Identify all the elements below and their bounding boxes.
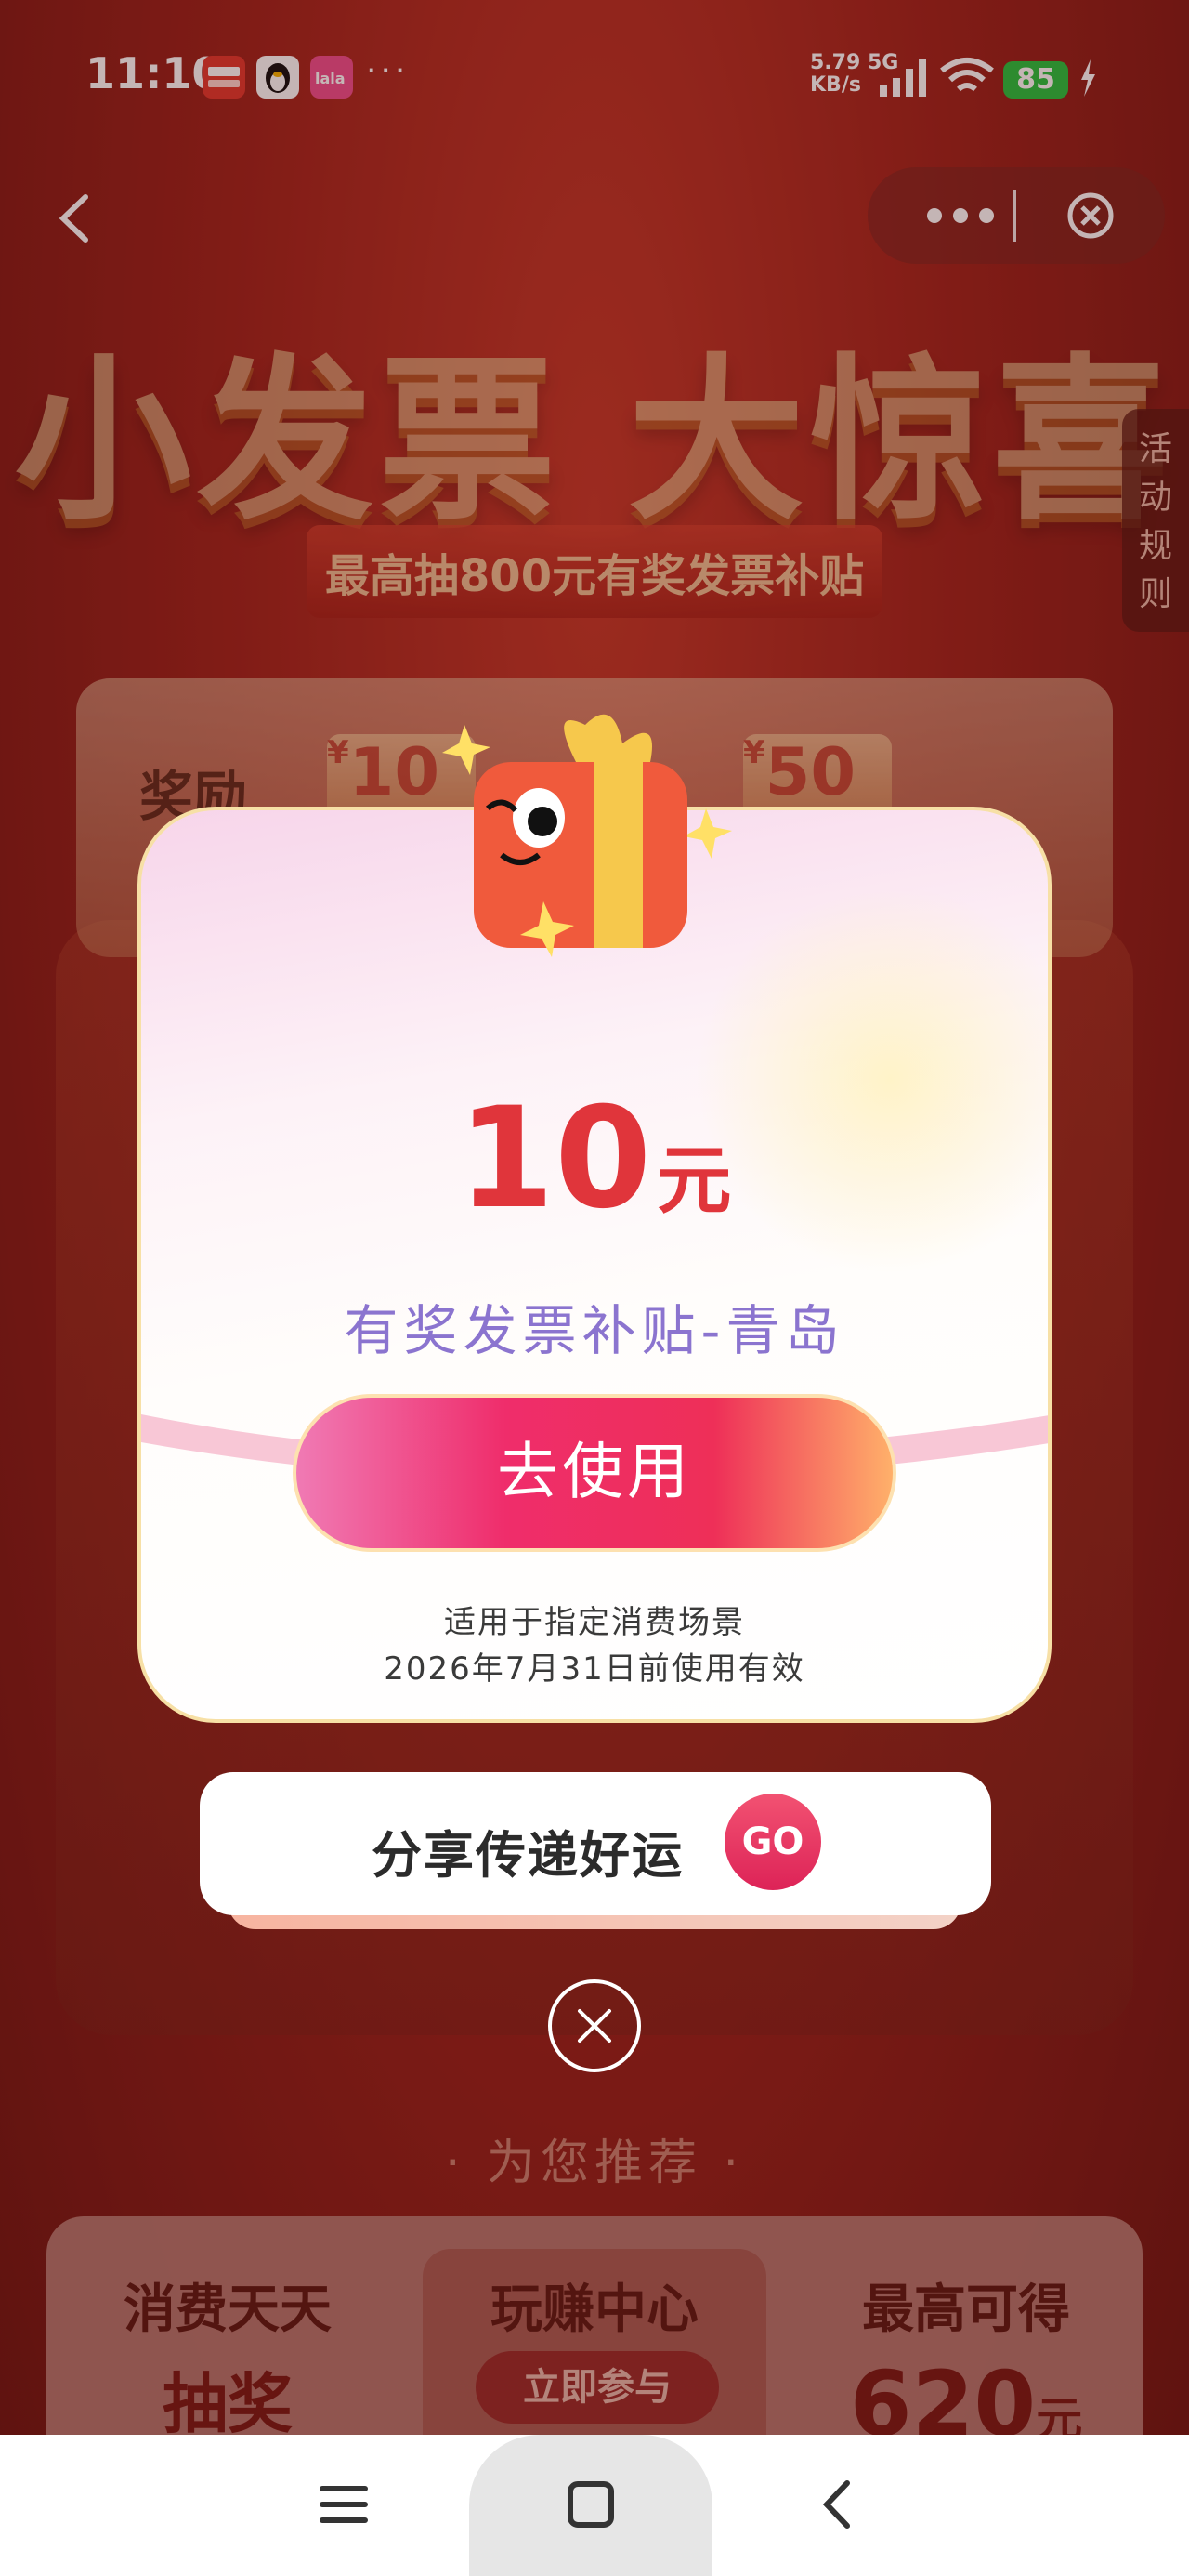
usage-note-expiry: 2026年7月31日前使用有效: [384, 1650, 805, 1688]
close-modal-icon[interactable]: [546, 1978, 643, 2074]
coupon-amount-value: 10: [457, 1078, 652, 1240]
gift-box-mascot-icon: [442, 714, 732, 957]
usage-note-scene: 适用于指定消费场景: [444, 1604, 745, 1641]
coupon-amount-unit: 元: [657, 1137, 732, 1224]
home-square-icon[interactable]: [558, 2472, 623, 2537]
menu-icon[interactable]: [311, 2472, 376, 2537]
coupon-name: 有奖发票补贴-青岛: [344, 1299, 845, 1362]
share-label: 分享传递好运: [372, 1826, 684, 1885]
share-go-button[interactable]: GO: [725, 1794, 821, 1890]
page: 11:10 lala ··· 5.79 5G KB/s 85 小发票 大惊喜 最…: [0, 0, 1189, 2576]
coupon-amount: 10元: [137, 1078, 1052, 1240]
nav-back-icon[interactable]: [806, 2472, 871, 2537]
use-coupon-button[interactable]: 去使用: [293, 1394, 896, 1552]
